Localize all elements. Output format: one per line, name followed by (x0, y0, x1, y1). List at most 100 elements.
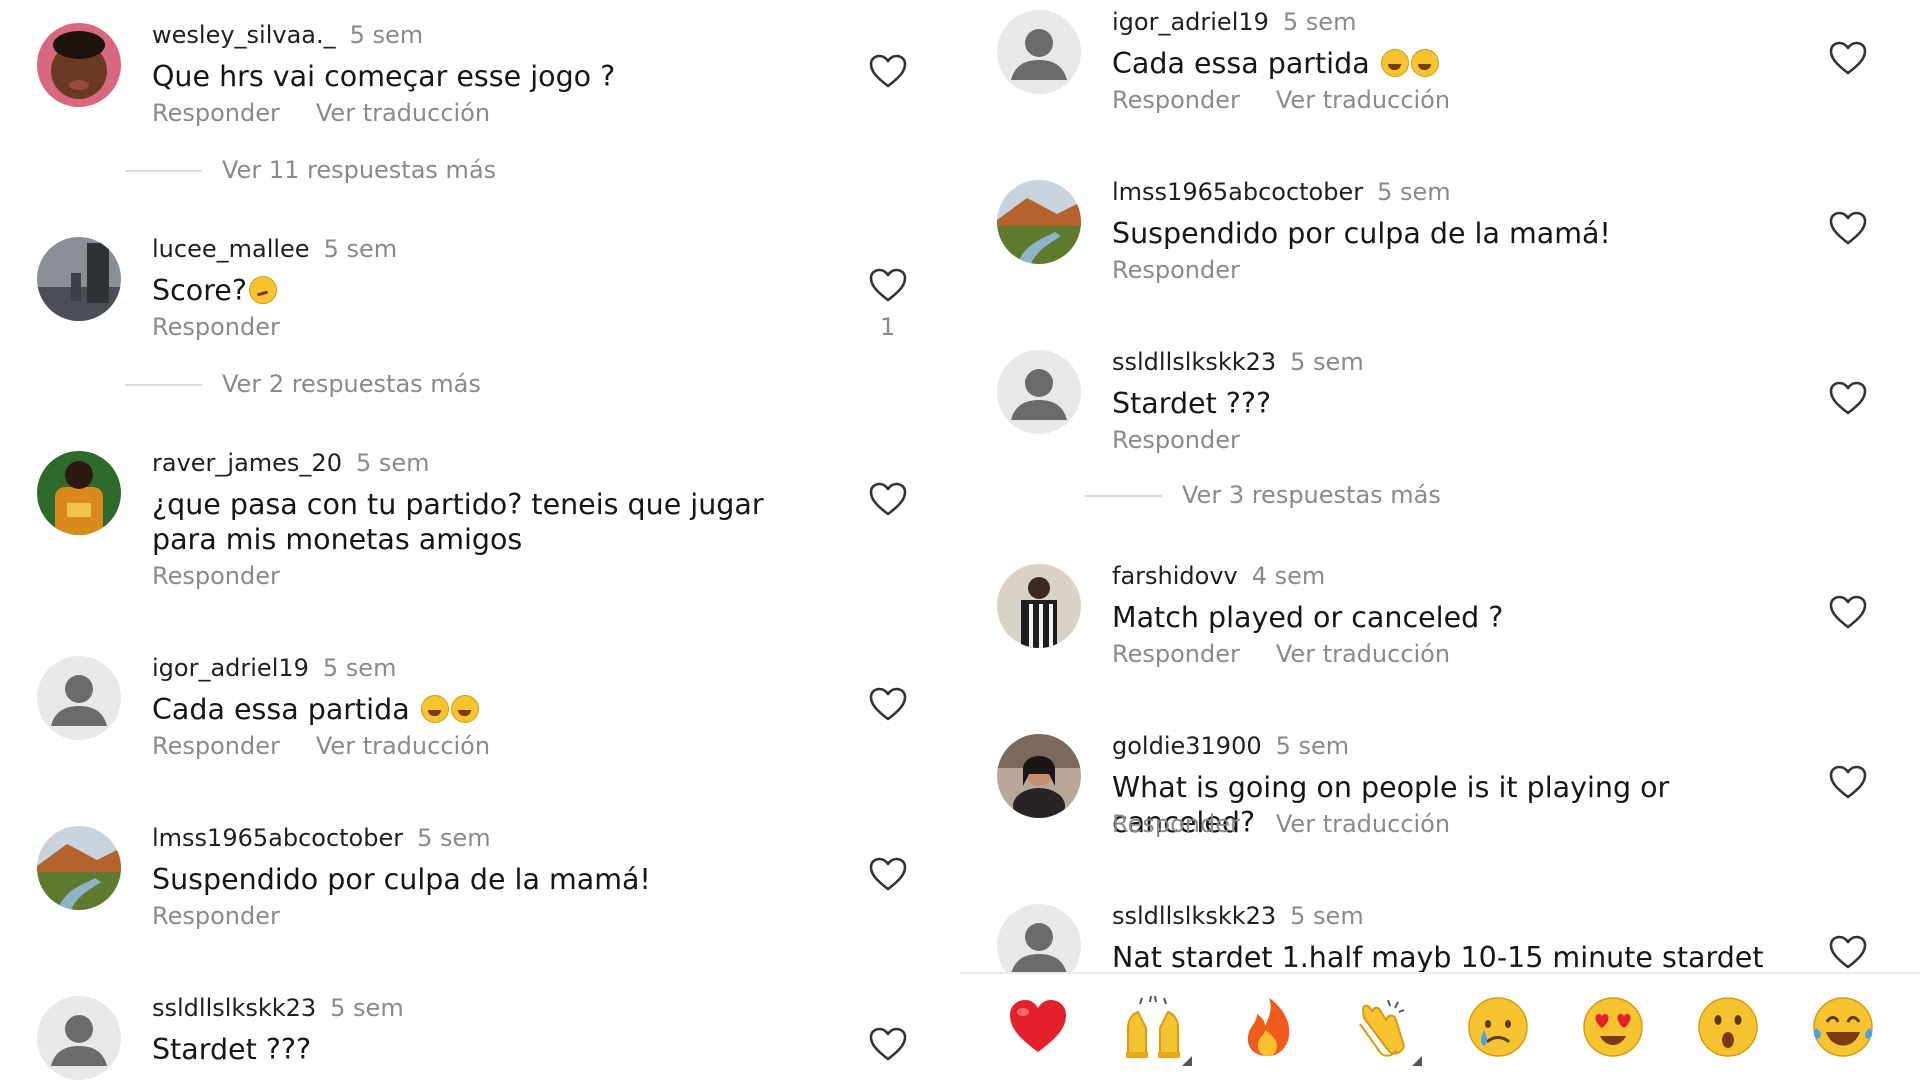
comment-time: 5 sem (322, 654, 397, 682)
like-count: 1 (880, 313, 896, 341)
divider-line (125, 384, 202, 386)
default-avatar-icon[interactable] (37, 656, 121, 740)
avatar[interactable] (997, 180, 1081, 264)
laughing-face-icon (420, 695, 449, 723)
default-avatar-icon[interactable] (997, 10, 1081, 94)
reply-button[interactable]: Responder (1112, 640, 1240, 668)
comment-username[interactable]: ssldllslkskk23 (1112, 902, 1276, 930)
view-replies-button[interactable]: Ver 2 respuestas más (125, 370, 481, 400)
comment-text: Nat stardet 1.half mayb 10-15 minute sta… (1112, 941, 1764, 974)
comment-time: 5 sem (355, 449, 430, 477)
comment-time: 5 sem (1275, 732, 1350, 760)
comment-username[interactable]: lucee_mallee (152, 235, 310, 263)
like-heart-icon[interactable] (1828, 934, 1868, 970)
fire-icon[interactable] (1235, 994, 1301, 1060)
translate-button[interactable]: Ver traducción (1276, 86, 1450, 114)
like-heart-icon[interactable] (868, 686, 908, 722)
view-replies-button[interactable]: Ver 3 respuestas más (1085, 481, 1441, 511)
comment-text: Stardet ??? (1112, 387, 1272, 420)
comment-text: Suspendido por culpa de la mamá! (152, 863, 651, 896)
comment-text-row: Cada essa partida (1112, 46, 1792, 81)
view-replies-label: Ver 3 respuestas más (1182, 481, 1441, 509)
reply-button[interactable]: Responder (152, 313, 280, 341)
view-replies-label: Ver 2 respuestas más (222, 370, 481, 398)
avatar[interactable] (997, 564, 1081, 648)
comment-text: Que hrs vai começar esse jogo ? (152, 60, 616, 93)
comment-username[interactable]: ssldllslkskk23 (152, 994, 316, 1022)
avatar[interactable] (37, 826, 121, 910)
comment-time: 5 sem (417, 824, 491, 852)
comment-text: Cada essa partida (152, 693, 410, 726)
reply-button[interactable]: Responder (152, 562, 280, 590)
like-heart-icon[interactable] (868, 1026, 908, 1062)
comment-time: 5 sem (1290, 902, 1364, 930)
comment-username[interactable]: farshidovv (1112, 562, 1238, 590)
avatar[interactable] (997, 734, 1081, 818)
like-heart-icon[interactable] (1828, 594, 1868, 630)
like-heart-icon[interactable] (1828, 210, 1868, 246)
reply-button[interactable]: Responder (1112, 810, 1240, 838)
comment-text: Stardet ??? (152, 1033, 312, 1066)
comment-username[interactable]: lmss1965abcoctober (152, 824, 403, 852)
avatar[interactable] (37, 23, 121, 107)
avatar[interactable] (37, 451, 121, 535)
reply-button[interactable]: Responder (152, 732, 280, 760)
red-heart-icon[interactable] (1005, 994, 1071, 1060)
view-replies-label: Ver 11 respuestas más (222, 156, 497, 184)
like-heart-icon[interactable] (868, 481, 908, 517)
comment-time: 5 sem (1290, 348, 1364, 376)
avatar[interactable] (37, 237, 121, 321)
like-heart-icon[interactable] (1828, 764, 1868, 800)
comment-time: 5 sem (1282, 8, 1357, 36)
comment-username[interactable]: lmss1965abcoctober (1112, 178, 1363, 206)
crying-face-icon[interactable] (1465, 994, 1531, 1060)
comments-panel-left[interactable]: wesley_silvaa._ 5 sem Que hrs vai começar… (0, 0, 960, 1080)
view-replies-button[interactable]: Ver 11 respuestas más (125, 156, 496, 186)
comment-username[interactable]: goldie31900 (1112, 732, 1262, 760)
reply-button[interactable]: Responder (152, 902, 280, 930)
tears-of-joy-face-icon[interactable] (1810, 994, 1876, 1060)
variant-indicator-icon (1412, 1056, 1422, 1066)
comment-text: Suspendido por culpa de la mamá! (1112, 217, 1611, 250)
reply-button[interactable]: Responder (152, 99, 280, 127)
translate-button[interactable]: Ver traducción (1276, 810, 1450, 838)
divider-line (1085, 495, 1162, 497)
raising-hands-icon[interactable] (1120, 994, 1192, 1066)
comment-text: ¿que pasa con tu partido? teneis que jug… (152, 488, 764, 556)
like-heart-icon[interactable] (868, 856, 908, 892)
reply-button[interactable]: Responder (1112, 256, 1240, 284)
reply-button[interactable]: Responder (1112, 86, 1240, 114)
translate-button[interactable]: Ver traducción (316, 99, 490, 127)
laughing-face-icon (450, 695, 479, 723)
default-avatar-icon[interactable] (37, 996, 121, 1080)
thinking-face-icon (248, 276, 277, 304)
comment-username[interactable]: ssldllslkskk23 (1112, 348, 1276, 376)
comment-time: 5 sem (323, 235, 398, 263)
variant-indicator-icon (1182, 1056, 1192, 1066)
like-heart-icon[interactable] (1828, 380, 1868, 416)
like-heart-icon[interactable] (1828, 40, 1868, 76)
like-heart-icon[interactable] (868, 53, 908, 89)
divider-line (125, 170, 202, 172)
comments-panel-right[interactable]: igor_adriel19 5 sem Cada essa partida Res… (960, 0, 1920, 1080)
comment-username[interactable]: igor_adriel19 (152, 654, 309, 682)
translate-button[interactable]: Ver traducción (316, 732, 490, 760)
laughing-face-icon (1410, 49, 1439, 77)
comment-time: 4 sem (1251, 562, 1326, 590)
reply-button[interactable]: Responder (1112, 426, 1240, 454)
heart-eyes-face-icon[interactable] (1580, 994, 1646, 1060)
comment-text-row: Score? (152, 273, 832, 308)
comment-username[interactable]: raver_james_20 (152, 449, 342, 477)
clapping-hands-icon[interactable] (1350, 994, 1422, 1066)
surprised-face-icon[interactable] (1695, 994, 1761, 1060)
translate-button[interactable]: Ver traducción (1276, 640, 1450, 668)
comment-time: 5 sem (1377, 178, 1451, 206)
laughing-face-icon (1380, 49, 1409, 77)
emoji-reaction-bar (960, 972, 1920, 1080)
comment-time: 5 sem (349, 21, 424, 49)
default-avatar-icon[interactable] (997, 350, 1081, 434)
comment-username[interactable]: wesley_silvaa._ (152, 21, 336, 49)
comment-text: Cada essa partida (1112, 47, 1370, 80)
like-heart-icon[interactable] (868, 267, 908, 303)
comment-username[interactable]: igor_adriel19 (1112, 8, 1269, 36)
